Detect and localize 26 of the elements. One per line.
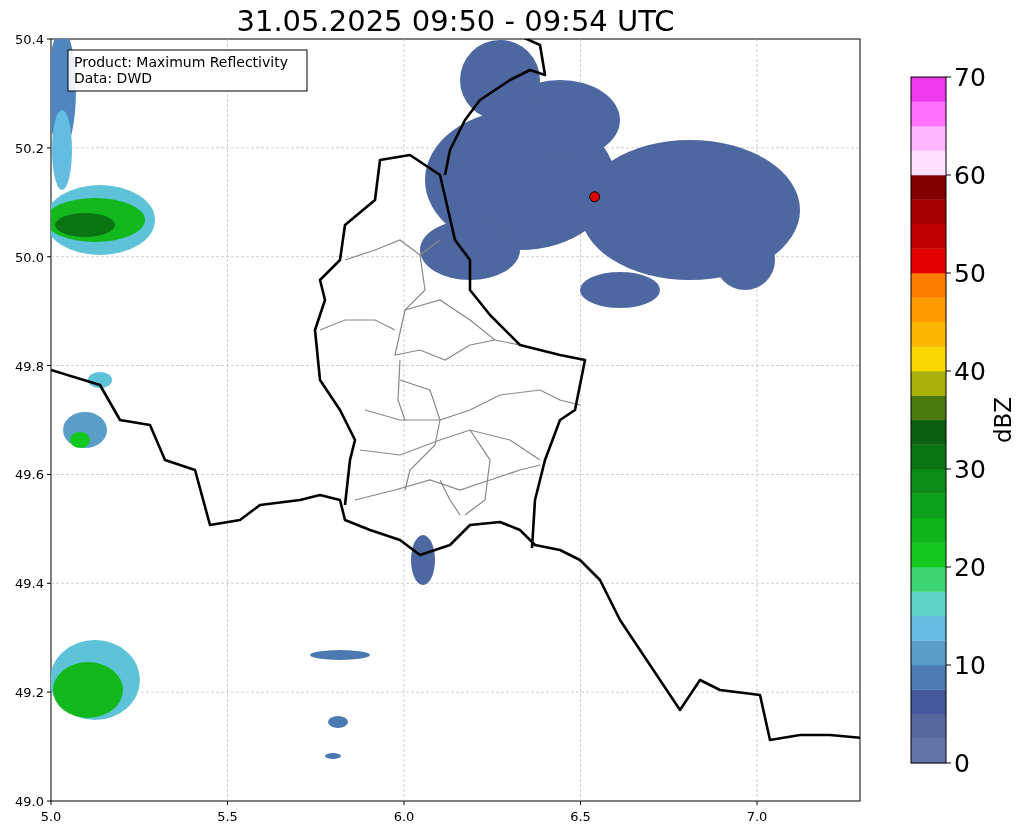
colorbar-tick-label: 50	[954, 259, 986, 288]
y-axis-tick-label: 49.6	[15, 467, 44, 483]
y-axis-tick-label: 50.4	[15, 32, 44, 47]
y-axis-tick-label: 50.0	[15, 249, 44, 265]
y-axis-tick-label: 49.4	[15, 576, 44, 592]
colorbar-tick-label: 20	[954, 553, 986, 582]
x-axis-tick-label: 5.5	[217, 809, 238, 824]
colorbar-tick-label: 40	[954, 357, 986, 386]
info-text: Product: Maximum Reflectivity	[74, 54, 288, 70]
x-axis-tick-label: 7.0	[746, 809, 768, 824]
chart-title: 31.05.2025 09:50 - 09:54 UTC	[236, 4, 675, 38]
colorbar-tick-label: 30	[954, 455, 986, 484]
colorbar-label: dBZ	[990, 396, 1016, 444]
colorbar-tick-label: 10	[954, 651, 986, 680]
info-text: Data: DWD	[74, 70, 152, 86]
x-axis-tick-label: 6.5	[570, 809, 591, 824]
y-axis-tick-label: 50.2	[15, 140, 44, 156]
colorbar-tick-label: 0	[954, 749, 970, 778]
radar-site-marker	[589, 191, 601, 203]
colorbar-tick-label: 60	[954, 161, 986, 190]
x-axis-tick-label: 5.0	[40, 809, 62, 824]
y-axis-tick-label: 49.0	[15, 794, 44, 809]
y-axis-tick-label: 49.8	[15, 358, 44, 374]
x-axis-tick-label: 6.0	[393, 809, 415, 824]
y-axis-tick-label: 49.2	[15, 685, 44, 701]
colorbar-tick-label: 70	[954, 63, 986, 92]
